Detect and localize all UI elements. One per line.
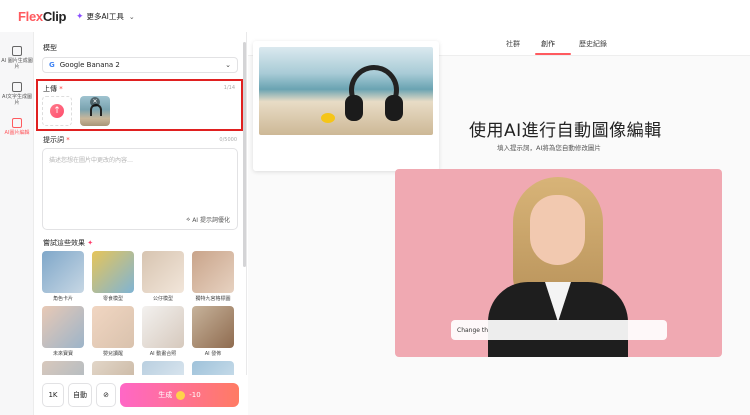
- image-icon: [12, 46, 22, 56]
- chevron-down-icon: ⌄: [128, 12, 135, 21]
- effect-caption: 公仔模型: [152, 296, 173, 302]
- effect-thumbnail: [192, 306, 234, 348]
- model-label: 模型: [43, 44, 57, 52]
- rail-item-image-to-image[interactable]: AI 圖片生成圖片: [0, 46, 34, 70]
- rail-item-label: AI 圖片生成圖片: [1, 58, 33, 70]
- effect-card[interactable]: 角色卡片: [42, 251, 84, 302]
- text-image-icon: [12, 82, 22, 92]
- effect-card[interactable]: 零食模型: [92, 251, 134, 302]
- effect-caption: AI 發佈: [204, 351, 222, 357]
- effect-caption: 零食模型: [102, 296, 123, 302]
- generate-cost: -10: [189, 391, 201, 399]
- uploaded-image-thumbnail[interactable]: ✕: [80, 96, 110, 126]
- flexclip-logo[interactable]: FlexClip: [18, 9, 66, 24]
- credit-coin-icon: [176, 390, 186, 400]
- sparkle-icon: ✦: [76, 11, 84, 22]
- effect-thumbnail: [42, 251, 84, 293]
- rail-item-text-to-image[interactable]: AI文字生成圖片: [0, 82, 34, 106]
- rail-item-image-edit[interactable]: AI圖片編輯: [0, 118, 34, 136]
- more-ai-tools-menu[interactable]: ✦ 更多AI工具 ⌄: [76, 11, 135, 22]
- edit-image-icon: [12, 118, 22, 128]
- ratio-button[interactable]: 自動: [68, 383, 92, 407]
- effect-thumbnail: [92, 306, 134, 348]
- effect-caption: AI 動畫合照: [149, 351, 177, 357]
- effect-caption: 未來寶寶: [52, 351, 73, 357]
- effect-thumbnail: [42, 306, 84, 348]
- model-select[interactable]: G Google Banana 2 ⌄: [42, 57, 238, 73]
- upload-label: 上傳 *: [43, 85, 63, 93]
- bottom-action-bar: 1K 自動 ⊘ 生成 -10: [34, 375, 247, 415]
- effect-card[interactable]: 嬰兒讀醒: [92, 306, 134, 357]
- beach-headphones-image: [259, 47, 433, 135]
- delete-icon[interactable]: ✕: [90, 97, 100, 107]
- tab-create[interactable]: 創作: [541, 39, 555, 49]
- effect-card[interactable]: 公仔模型: [142, 251, 184, 302]
- effect-thumbnail: [142, 251, 184, 293]
- effect-caption: 嬰兒讀醒: [102, 351, 123, 357]
- rail-item-label: AI文字生成圖片: [2, 94, 32, 106]
- effect-thumbnail: [142, 306, 184, 348]
- model-value: Google Banana 2: [59, 61, 120, 69]
- generate-button[interactable]: 生成 -10: [120, 383, 239, 407]
- ai-prompt-enhance-button[interactable]: ⟡ AI 提示詞優化: [186, 215, 230, 225]
- generate-label: 生成: [158, 391, 173, 399]
- panel-scrollbar[interactable]: [243, 42, 246, 267]
- page-headline: 使用AI進行自動圖像編輯: [469, 121, 662, 141]
- chevron-down-icon: ⌄: [225, 61, 231, 69]
- enhance-label: AI 提示詞優化: [192, 217, 230, 224]
- upload-section: 上傳 * 1/14 ↑ ✕: [36, 79, 243, 131]
- edit-prompt-input[interactable]: [451, 320, 667, 340]
- left-rail: AI 圖片生成圖片 AI文字生成圖片 AI圖片編輯: [0, 32, 34, 415]
- upload-button[interactable]: ↑: [42, 96, 72, 126]
- prompt-count: 0/5000: [219, 137, 237, 143]
- prompt-label: 提示詞 *: [43, 136, 70, 144]
- rail-item-label: AI圖片編輯: [4, 130, 30, 136]
- page-subline: 填入提示詞，AI將為您自動修改圖片: [497, 144, 601, 152]
- top-bar: FlexClip ✦ 更多AI工具 ⌄: [0, 0, 750, 32]
- flower-shape: [321, 113, 335, 123]
- uploaded-image-preview[interactable]: [253, 41, 439, 171]
- effect-thumbnail: [192, 251, 234, 293]
- effect-card[interactable]: AI 發佈: [192, 306, 234, 357]
- prompt-input[interactable]: [49, 155, 233, 205]
- control-panel: 模型 G Google Banana 2 ⌄ 上傳 * 1/14 ↑ ✕ 提示詞…: [34, 32, 247, 415]
- effects-title: 嘗試這些效果 ✦: [43, 239, 94, 247]
- eye-off-icon: ⊘: [103, 391, 109, 399]
- hide-effects-button[interactable]: ⊘: [96, 383, 116, 407]
- tab-community[interactable]: 社群: [506, 39, 520, 49]
- upload-arrow-icon: ↑: [50, 104, 64, 118]
- upload-count: 1/14: [223, 85, 235, 91]
- resolution-button[interactable]: 1K: [42, 383, 64, 407]
- magic-wand-icon: ⟡: [186, 215, 191, 223]
- effect-thumbnail: [92, 251, 134, 293]
- prompt-box: ⟡ AI 提示詞優化: [42, 148, 238, 230]
- tab-history[interactable]: 歷史紀錄: [579, 39, 607, 49]
- headphones-shape: [345, 65, 403, 123]
- effect-caption: 角色卡片: [52, 296, 73, 302]
- active-tab-indicator: [535, 53, 571, 55]
- effect-card[interactable]: 未來寶寶: [42, 306, 84, 357]
- effect-card[interactable]: 獨特九宮格標圖: [192, 251, 234, 302]
- effect-caption: 獨特九宮格標圖: [195, 296, 231, 302]
- google-icon: G: [49, 61, 55, 69]
- effect-card[interactable]: AI 動畫合照: [142, 306, 184, 357]
- more-ai-tools-label: 更多AI工具: [86, 12, 124, 21]
